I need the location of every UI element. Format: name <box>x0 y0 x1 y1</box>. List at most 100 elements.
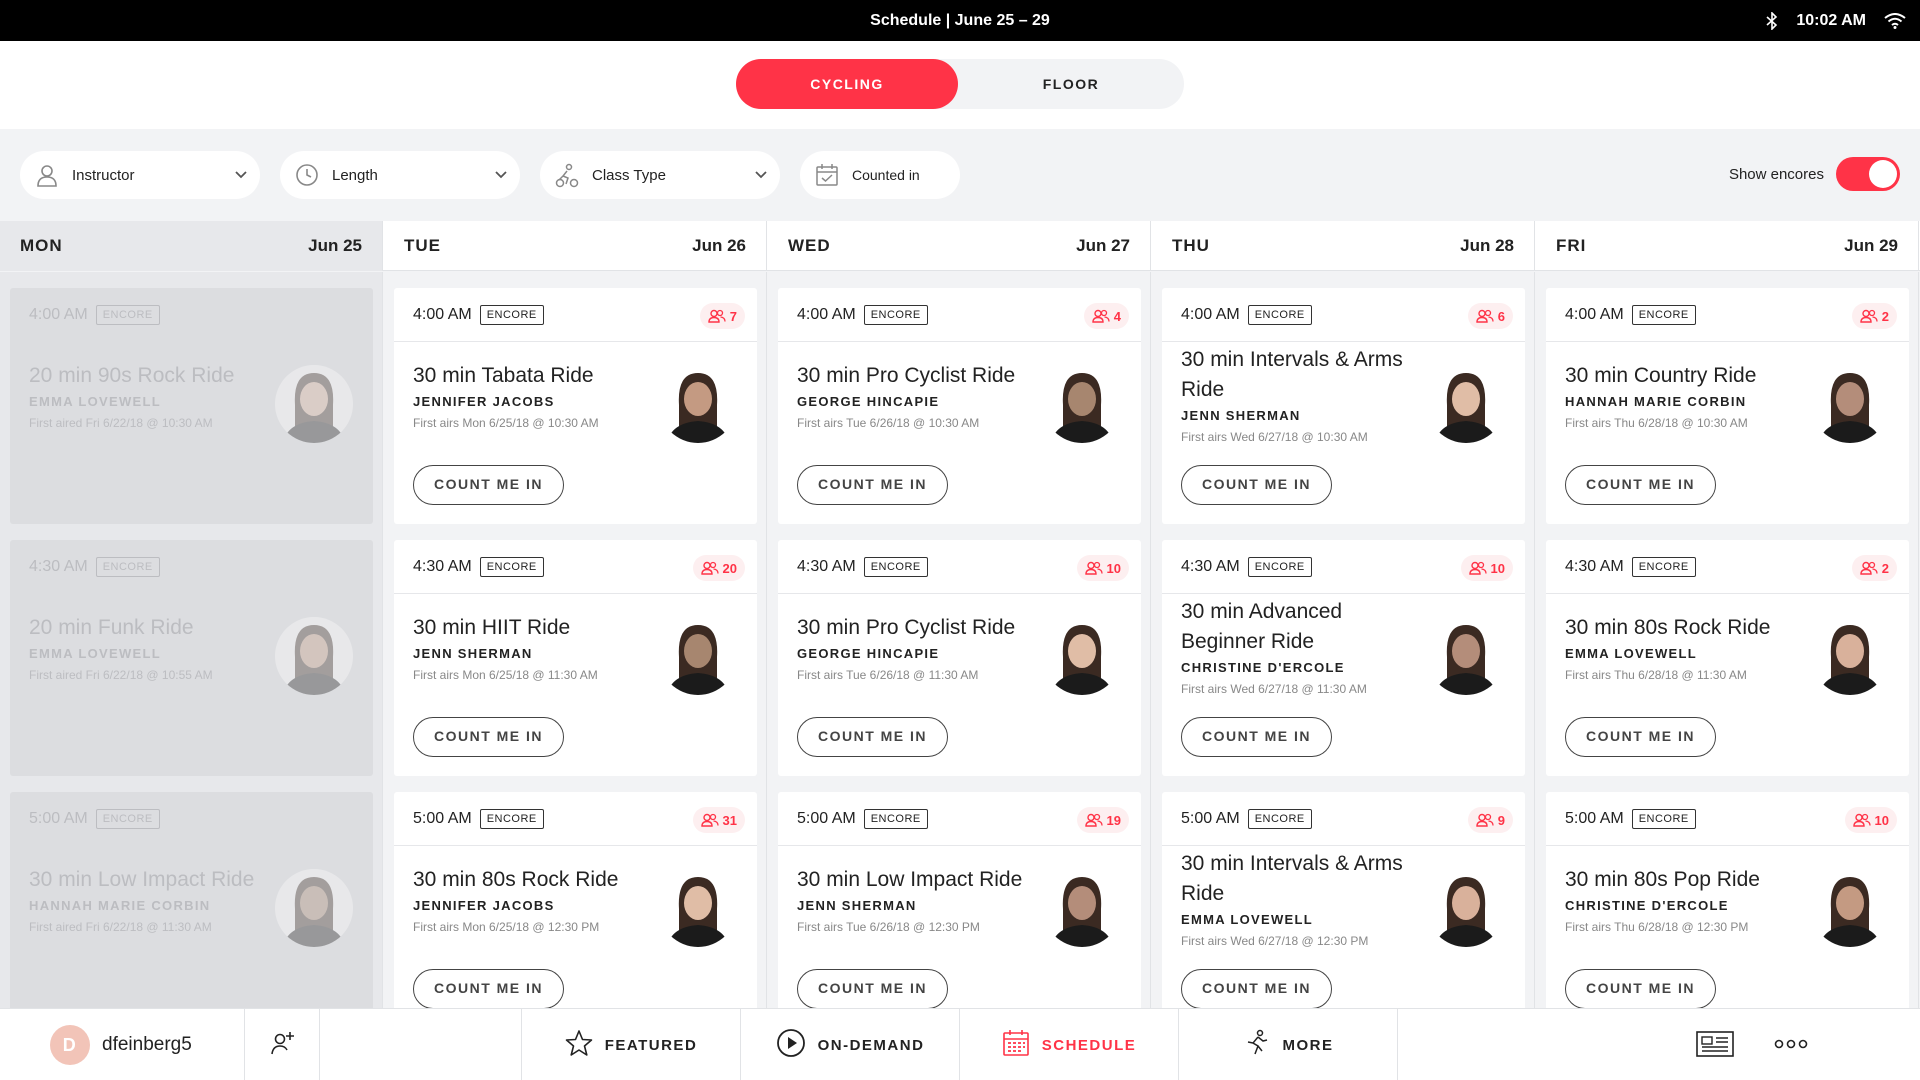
signup-count-badge: 10 <box>1076 555 1129 581</box>
class-time-text: 4:30 AM <box>413 558 472 575</box>
instructor-filter[interactable]: Instructor <box>20 151 260 199</box>
day-header: THU Jun 28 <box>1152 221 1535 271</box>
instructor-name: HANNAH MARIE CORBIN <box>29 898 211 913</box>
nav-featured[interactable]: FEATURED <box>522 1009 741 1080</box>
count-me-in-button[interactable]: COUNT ME IN <box>413 969 564 1008</box>
people-icon <box>700 561 719 575</box>
class-info: 30 min Pro Cyclist Ride GEORGE HINCAPIE Fi… <box>797 613 1037 682</box>
instructor-avatar <box>1811 365 1889 443</box>
class-card[interactable]: 4:00 AM ENCORE 4 30 min Pro Cyclist Ride GEO… <box>778 288 1141 524</box>
class-title: 30 min 80s Pop Ride <box>1565 868 1760 891</box>
encore-badge: ENCORE <box>1631 557 1696 577</box>
card-divider <box>10 341 373 342</box>
class-info: 30 min Low Impact Ride HANNAH MARIE CORBI… <box>29 865 269 934</box>
class-card[interactable]: 4:30 AM ENCORE 20 min Funk Ride EMMA LOVEWE… <box>10 540 373 776</box>
instructor-name: JENN SHERMAN <box>413 646 533 661</box>
people-icon <box>1860 561 1878 575</box>
class-card[interactable]: 5:00 AM ENCORE 19 30 min Low Impact Ride JEN… <box>778 792 1141 1008</box>
nav-spacer <box>320 1009 522 1080</box>
class-card[interactable]: 4:30 AM ENCORE 20 30 min HIIT Ride JENN SHER… <box>394 540 757 776</box>
counted-in-filter[interactable]: Counted in <box>800 151 960 199</box>
class-card[interactable]: 4:30 AM ENCORE 2 30 min 80s Rock Ride EMMA L… <box>1546 540 1909 776</box>
count-me-in-button[interactable]: COUNT ME IN <box>1565 969 1716 1008</box>
tab-cycling[interactable]: CYCLING <box>736 59 958 109</box>
people-icon <box>708 309 726 323</box>
signup-count: 7 <box>729 308 737 324</box>
air-date: First airs Mon 6/25/18 @ 12:30 PM <box>413 920 600 934</box>
class-card[interactable]: 4:00 AM ENCORE 7 30 min Tabata Ride JENNIFER… <box>394 288 757 524</box>
encore-badge: ENCORE <box>479 305 544 325</box>
count-me-in-button[interactable]: COUNT ME IN <box>1181 717 1332 757</box>
person-icon <box>34 162 60 188</box>
instructor-avatar <box>1043 869 1121 947</box>
class-card[interactable]: 5:00 AM ENCORE 9 30 min Intervals & Arms Ri… <box>1162 792 1525 1008</box>
more-dots-icon[interactable] <box>1774 1037 1808 1055</box>
class-title: 20 min Funk Ride <box>29 616 194 639</box>
nav-more[interactable]: MORE <box>1179 1009 1398 1080</box>
calendar-icon <box>1002 1029 1030 1061</box>
length-filter[interactable]: Length <box>280 151 520 199</box>
day-header: FRI Jun 29 <box>1536 221 1919 271</box>
card-divider <box>10 593 373 594</box>
class-card[interactable]: 4:00 AM ENCORE 6 30 min Intervals & Arms Ri… <box>1162 288 1525 524</box>
card-divider <box>10 845 373 846</box>
class-time: 4:30 AM ENCORE <box>29 557 160 577</box>
count-me-in-button[interactable]: COUNT ME IN <box>413 465 564 505</box>
instructor-avatar <box>275 365 353 443</box>
card-divider <box>1162 845 1525 846</box>
class-card[interactable]: 4:00 AM ENCORE 20 min 90s Rock Ride EMMA LO… <box>10 288 373 524</box>
encore-badge: ENCORE <box>95 305 160 325</box>
count-me-in-button[interactable]: COUNT ME IN <box>797 717 948 757</box>
count-me-in-button[interactable]: COUNT ME IN <box>1181 969 1332 1008</box>
class-card[interactable]: 4:00 AM ENCORE 2 30 min Country Ride HANNAH … <box>1546 288 1909 524</box>
count-me-in-button[interactable]: COUNT ME IN <box>1181 465 1332 505</box>
bluetooth-icon <box>1766 11 1778 30</box>
class-time-text: 4:00 AM <box>1565 306 1624 323</box>
class-title: 30 min Advanced Beginner Ride <box>1181 600 1343 653</box>
count-me-in-button[interactable]: COUNT ME IN <box>797 969 948 1008</box>
class-info: 20 min 90s Rock Ride EMMA LOVEWELL First a… <box>29 361 269 430</box>
show-encores-toggle[interactable] <box>1836 157 1900 191</box>
air-date: First aired Fri 6/22/18 @ 10:30 AM <box>29 416 213 430</box>
class-card[interactable]: 4:30 AM ENCORE 10 30 min Pro Cyclist Ride GE… <box>778 540 1141 776</box>
signup-count-badge: 19 <box>1076 807 1129 833</box>
air-date: First airs Tue 6/26/18 @ 10:30 AM <box>797 416 980 430</box>
day-name: THU <box>1172 236 1210 255</box>
day-name: WED <box>788 236 831 255</box>
schedule-grid: 4:00 AM ENCORE 20 min 90s Rock Ride EMMA LO… <box>0 272 1920 1008</box>
profile-button[interactable]: D dfeinberg5 <box>0 1009 245 1080</box>
class-info: 30 min 80s Rock Ride JENNIFER JACOBS First… <box>413 865 653 934</box>
day-date: Jun 28 <box>1460 236 1514 255</box>
instructor-avatar <box>1427 869 1505 947</box>
class-card[interactable]: 4:30 AM ENCORE 10 30 min Advanced Beginner … <box>1162 540 1525 776</box>
air-date: First airs Tue 6/26/18 @ 11:30 AM <box>797 668 979 682</box>
add-friend-button[interactable] <box>245 1009 320 1080</box>
status-time: 10:02 AM <box>1796 11 1866 29</box>
signup-count: 10 <box>1490 560 1505 576</box>
count-me-in-button[interactable]: COUNT ME IN <box>1565 465 1716 505</box>
status-title: Schedule | June 25 – 29 <box>870 12 1050 29</box>
instructor-avatar <box>1427 617 1505 695</box>
people-icon <box>700 813 719 827</box>
encore-badge: ENCORE <box>863 305 928 325</box>
class-type-filter[interactable]: Class Type <box>540 151 780 199</box>
nav-schedule[interactable]: SCHEDULE <box>960 1009 1179 1080</box>
class-card[interactable]: 5:00 AM ENCORE 30 min Low Impact Ride HANNA… <box>10 792 373 1008</box>
nav-on-demand[interactable]: ON-DEMAND <box>741 1009 960 1080</box>
class-card[interactable]: 5:00 AM ENCORE 31 30 min 80s Rock Ride JENNI… <box>394 792 757 1008</box>
instructor-name: CHRISTINE D'ERCOLE <box>1181 660 1345 675</box>
tab-floor[interactable]: FLOOR <box>960 59 1182 109</box>
day-name: FRI <box>1556 236 1587 255</box>
day-date: Jun 26 <box>692 236 746 255</box>
star-icon <box>565 1029 593 1061</box>
instructor-avatar <box>1043 365 1121 443</box>
count-me-in-button[interactable]: COUNT ME IN <box>797 465 948 505</box>
toggle-knob <box>1869 160 1897 188</box>
signup-count-badge: 4 <box>1083 303 1129 329</box>
class-card[interactable]: 5:00 AM ENCORE 10 30 min 80s Pop Ride CHRIST… <box>1546 792 1909 1008</box>
class-time: 4:30 AM ENCORE <box>1565 557 1696 577</box>
count-me-in-button[interactable]: COUNT ME IN <box>1565 717 1716 757</box>
play-circle-icon <box>776 1028 806 1062</box>
newspaper-icon[interactable] <box>1696 1031 1734 1061</box>
count-me-in-button[interactable]: COUNT ME IN <box>413 717 564 757</box>
